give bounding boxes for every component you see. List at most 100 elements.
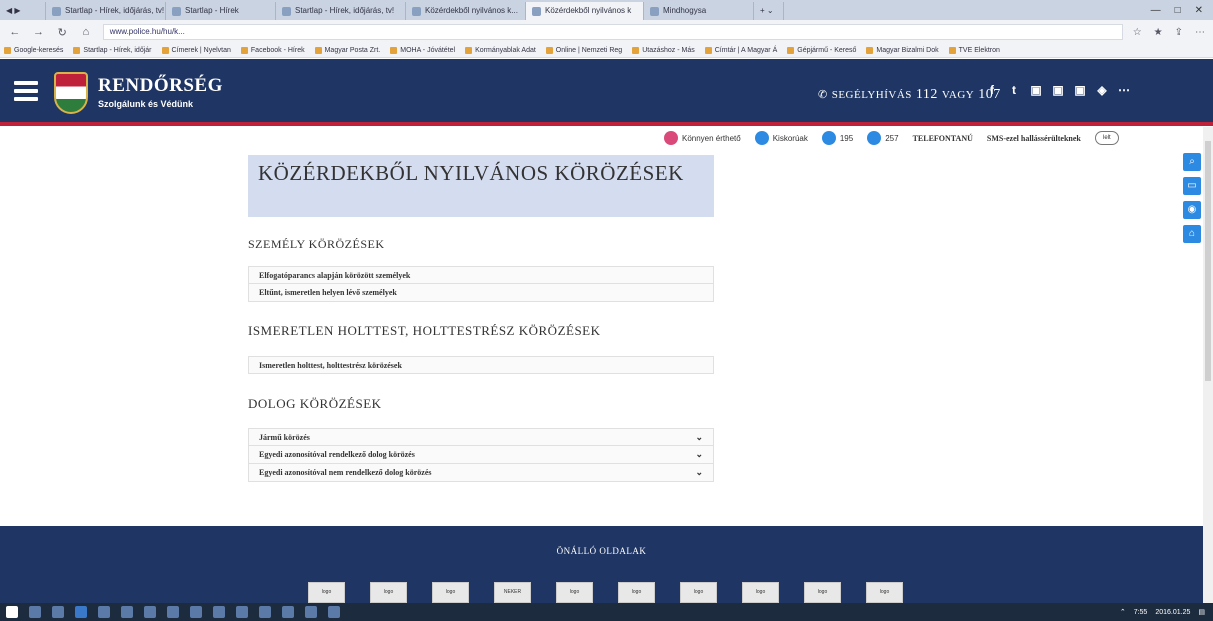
taskbar-app-icon[interactable] [259, 606, 271, 618]
sign-badge-icon[interactable]: lelt [1094, 131, 1119, 145]
bookmark[interactable]: MOHA - Jóvátétel [390, 47, 455, 54]
browser-tab[interactable]: Közérdekből nyilvános k... [406, 2, 526, 20]
bookmark[interactable]: TVE Elektron [948, 47, 1000, 54]
bookmark[interactable]: Címtár | A Magyar Á [704, 47, 777, 54]
taskbar-app-icon[interactable] [190, 606, 202, 618]
bookmark-icon [240, 47, 248, 54]
close-icon[interactable]: ✕ [1195, 5, 1203, 16]
accordion-item[interactable]: Egyedi azonosítóval rendelkező dolog kör… [248, 446, 714, 464]
taskbar-app-icon[interactable] [213, 606, 225, 618]
partner-logo[interactable]: logo [432, 582, 469, 603]
sms-link[interactable]: SMS-ezel hallássérülteknek [987, 134, 1081, 143]
bookmark[interactable]: Kormányablak Adat [465, 47, 536, 54]
blue-number-link[interactable]: 195 [821, 131, 853, 145]
bookmark[interactable]: Utazáshoz - Más [632, 47, 695, 54]
bookmark[interactable]: Gépjármű - Kereső [787, 47, 856, 54]
accordion-item[interactable]: Egyedi azonosítóval nem rendelkező dolog… [248, 464, 714, 482]
minors-link[interactable]: Kiskorúak [754, 131, 808, 145]
tab-favicon [532, 6, 541, 16]
partner-logo[interactable]: logo [370, 582, 407, 603]
taskbar-app-icon[interactable] [328, 606, 340, 618]
home-icon[interactable]: ⌂ [79, 26, 93, 38]
scrollbar-thumb[interactable] [1205, 141, 1211, 381]
share-icon[interactable]: ⇪ [1175, 27, 1183, 38]
menu-icon[interactable] [14, 81, 38, 101]
tab-favicon [650, 6, 659, 16]
star-icon[interactable]: ☆ [1133, 27, 1142, 38]
taskbar-app-icon[interactable] [236, 606, 248, 618]
new-tab-button[interactable]: + ⌄ [754, 2, 784, 20]
network-icon[interactable]: ⌃ [1120, 608, 1126, 616]
taskbar-app-icon[interactable] [305, 606, 317, 618]
easy-read-link[interactable]: Könnyen érthető [664, 131, 741, 145]
browser-toolbar: ☆ ★ ⇪ ⋯ [1133, 27, 1205, 38]
back-arrow-icon[interactable]: ← [8, 26, 22, 38]
more-icon[interactable]: ⋯ [1118, 83, 1130, 97]
browser-tab-active[interactable]: Közérdekből nyilvános k [526, 2, 644, 20]
chevron-down-icon: ⌄ [695, 449, 703, 459]
taskbar-app-icon[interactable] [98, 606, 110, 618]
more-icon[interactable]: ⋯ [1195, 27, 1205, 38]
bookmark[interactable]: Online | Nemzeti Reg [545, 47, 622, 54]
instagram-icon[interactable]: ▣ [1052, 83, 1064, 97]
partner-logo[interactable]: logo [680, 582, 717, 603]
bookmark[interactable]: Magyar Posta Zrt. [314, 47, 380, 54]
youtube-icon[interactable]: ▣ [1030, 83, 1042, 97]
maximize-icon[interactable]: □ [1175, 5, 1181, 16]
url-input[interactable]: www.police.hu/hu/k... [102, 24, 1123, 40]
list-item[interactable]: Elfogatóparancs alapján körözött személy… [248, 266, 714, 284]
partner-logo[interactable]: logo [804, 582, 841, 603]
forward-arrow-icon[interactable]: → [32, 26, 46, 38]
rss-icon[interactable]: ▣ [1074, 83, 1086, 97]
twitter-icon[interactable]: t [1008, 83, 1020, 97]
search-icon[interactable]: ⌕ [1183, 153, 1201, 171]
minimize-icon[interactable]: — [1151, 5, 1161, 16]
date[interactable]: 2016.01.25 [1155, 609, 1190, 616]
browser-tab[interactable]: Startlap - Hírek, időjárás, tv! [276, 2, 406, 20]
clock[interactable]: 7:55 [1134, 609, 1148, 616]
edge-browser-icon[interactable] [75, 606, 87, 618]
brand[interactable]: RENDŐRSÉG Szolgálunk és Védünk [98, 75, 223, 109]
partner-logo[interactable]: logo [308, 582, 345, 603]
bookmark[interactable]: Startlap - Hírek, időjár [73, 47, 152, 54]
partner-logo[interactable]: logo [618, 582, 655, 603]
browser-tab[interactable]: Startlap - Hírek [166, 2, 276, 20]
brand-subtitle: Szolgálunk és Védünk [98, 99, 194, 109]
home-icon[interactable]: ⌂ [1183, 225, 1201, 243]
windows-start-icon[interactable] [6, 606, 18, 618]
search-icon[interactable] [29, 606, 41, 618]
partner-logo[interactable]: logo [556, 582, 593, 603]
tab-favicon [282, 6, 291, 16]
taskbar-app-icon[interactable] [167, 606, 179, 618]
bookmark[interactable]: Google-keresés [4, 47, 63, 54]
taskbar-app-icon[interactable] [282, 606, 294, 618]
monitor-icon[interactable]: ▭ [1183, 177, 1201, 195]
partner-logo[interactable]: logo [742, 582, 779, 603]
browser-tab[interactable]: Startlap - Hírek, időjárás, tv! [46, 2, 166, 20]
task-view-icon[interactable] [52, 606, 64, 618]
list-item[interactable]: Ismeretlen holttest, holttestrész körözé… [248, 356, 714, 374]
favorites-icon[interactable]: ★ [1154, 27, 1163, 38]
browser-back-tab[interactable]: ◀ ▶ [0, 2, 46, 20]
facebook-icon[interactable]: f [986, 83, 998, 97]
police-crest-logo[interactable] [54, 72, 88, 114]
browser-tab[interactable]: Mindhogysa [644, 2, 754, 20]
notifications-icon[interactable]: ▤ [1198, 608, 1205, 616]
bookmark[interactable]: Facebook - Hírek [240, 47, 305, 54]
partner-logo[interactable]: NEKER [494, 582, 531, 603]
refresh-icon[interactable]: ↻ [55, 26, 69, 39]
bookmark[interactable]: Magyar Bizalmi Dok [866, 47, 939, 54]
phone-witness-link[interactable]: TELEFONTANÚ [913, 134, 973, 143]
taskbar-app-icon[interactable] [121, 606, 133, 618]
utility-bar: Könnyen érthető Kiskorúak 195 257 TELEFO… [664, 127, 1119, 149]
eye-icon[interactable]: ◉ [1183, 201, 1201, 219]
page-scrollbar[interactable] [1203, 127, 1213, 603]
bookmark[interactable]: Címerek | Nyelvtan [161, 47, 231, 54]
taskbar-app-icon[interactable] [144, 606, 156, 618]
link-icon[interactable]: ◈ [1096, 83, 1108, 97]
bookmark-icon [73, 47, 81, 54]
sign-language-link[interactable]: 257 [867, 131, 899, 145]
accordion-item[interactable]: Jármű körözés ⌄ [248, 428, 714, 446]
list-item[interactable]: Eltűnt, ismeretlen helyen lévő személyek [248, 284, 714, 302]
partner-logo[interactable]: logo [866, 582, 903, 603]
